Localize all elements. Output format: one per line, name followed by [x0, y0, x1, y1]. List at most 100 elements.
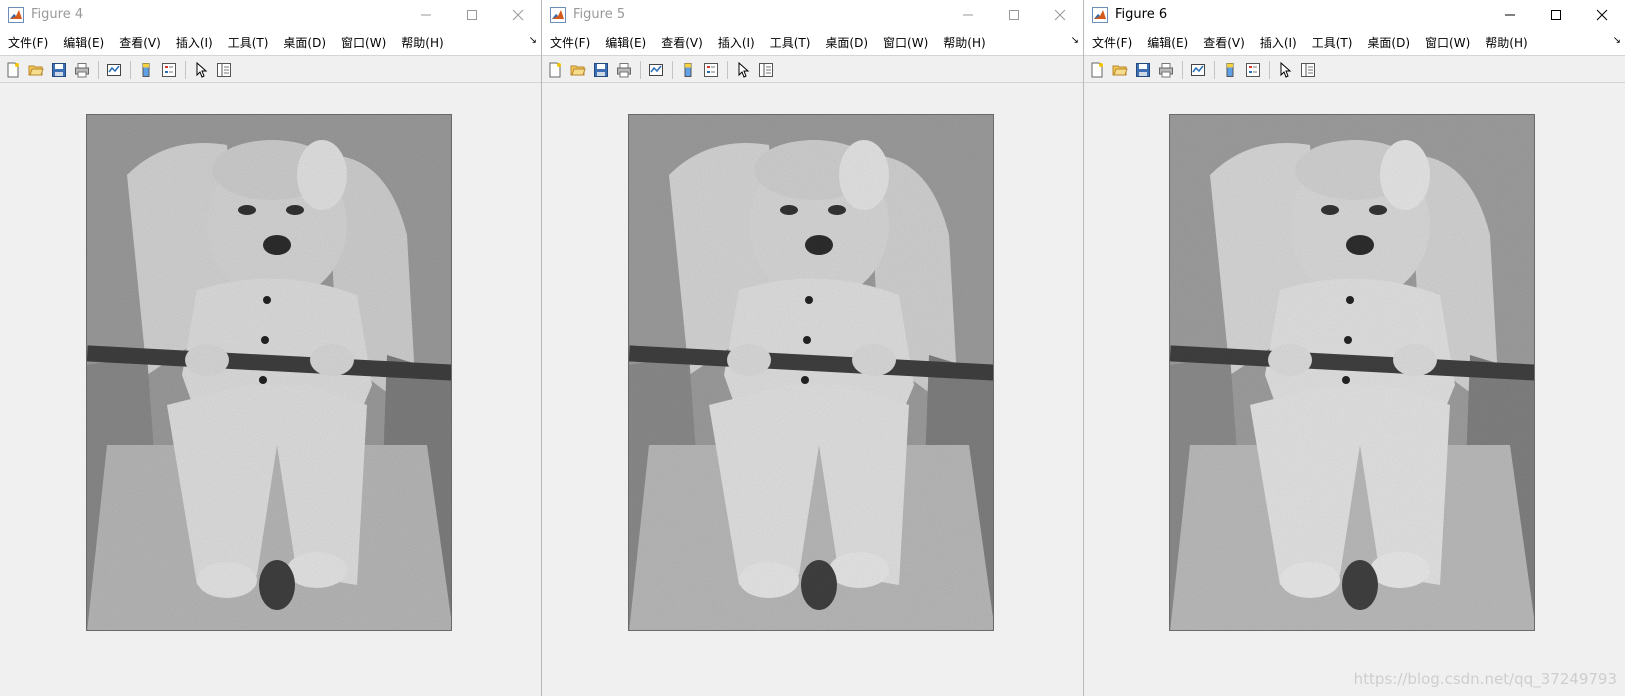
image-axes[interactable]	[628, 114, 994, 631]
desktop: Figure 4 文件(F) 编辑(E) 查看(V) 插入(I) 工具(T) 桌…	[0, 0, 1625, 696]
link-plot-button[interactable]	[103, 59, 125, 81]
new-figure-button[interactable]	[2, 59, 24, 81]
close-button[interactable]	[1579, 0, 1625, 29]
close-button[interactable]	[1037, 0, 1083, 29]
property-inspector-button[interactable]	[755, 59, 777, 81]
minimize-icon	[1505, 14, 1515, 15]
property-inspector-button[interactable]	[1297, 59, 1319, 81]
edit-plot-button[interactable]	[190, 59, 212, 81]
new-figure-button[interactable]	[544, 59, 566, 81]
print-icon	[617, 62, 631, 77]
menu-bar: 文件(F) 编辑(E) 查看(V) 插入(I) 工具(T) 桌面(D) 窗口(W…	[542, 29, 1083, 56]
toolbar-separator	[130, 60, 131, 79]
grayscale-photo	[87, 115, 451, 630]
print-icon	[1159, 62, 1173, 77]
menu-window[interactable]: 窗口(W)	[1425, 34, 1470, 51]
property-inspector-icon	[217, 62, 231, 77]
menu-overflow-icon[interactable]: ↘	[1071, 35, 1079, 46]
save-icon	[52, 62, 66, 77]
insert-legend-icon	[1246, 62, 1260, 77]
open-file-icon	[570, 65, 586, 75]
figure-toolbar	[1084, 57, 1625, 83]
toolbar-separator	[185, 60, 186, 79]
open-file-button[interactable]	[1109, 59, 1131, 81]
title-bar[interactable]: Figure 6	[1084, 0, 1625, 29]
insert-colorbar-button[interactable]	[135, 59, 157, 81]
menu-help[interactable]: 帮助(H)	[943, 34, 985, 51]
matlab-app-icon	[8, 6, 24, 23]
menu-edit[interactable]: 编辑(E)	[63, 34, 104, 51]
maximize-button[interactable]	[1533, 0, 1579, 29]
menu-insert[interactable]: 插入(I)	[718, 34, 755, 51]
maximize-button[interactable]	[991, 0, 1037, 29]
menu-window[interactable]: 窗口(W)	[341, 34, 386, 51]
menu-desktop[interactable]: 桌面(D)	[283, 34, 326, 51]
insert-legend-button[interactable]	[158, 59, 180, 81]
menu-desktop[interactable]: 桌面(D)	[1367, 34, 1410, 51]
menu-window[interactable]: 窗口(W)	[883, 34, 928, 51]
menu-tools[interactable]: 工具(T)	[770, 34, 811, 51]
print-button[interactable]	[1155, 59, 1177, 81]
menu-desktop[interactable]: 桌面(D)	[825, 34, 868, 51]
link-plot-button[interactable]	[1187, 59, 1209, 81]
insert-legend-button[interactable]	[700, 59, 722, 81]
maximize-button[interactable]	[449, 0, 495, 29]
insert-colorbar-button[interactable]	[1219, 59, 1241, 81]
watermark-text: https://blog.csdn.net/qq_37249793	[1353, 670, 1617, 688]
maximize-icon	[467, 9, 477, 20]
link-plot-button[interactable]	[645, 59, 667, 81]
menu-file[interactable]: 文件(F)	[1092, 34, 1132, 51]
menu-file[interactable]: 文件(F)	[550, 34, 590, 51]
edit-plot-button[interactable]	[732, 59, 754, 81]
save-button[interactable]	[590, 59, 612, 81]
title-bar[interactable]: Figure 5	[542, 0, 1083, 29]
menu-edit[interactable]: 编辑(E)	[1147, 34, 1188, 51]
edit-plot-button[interactable]	[1274, 59, 1296, 81]
toolbar-separator	[727, 60, 728, 79]
insert-colorbar-button[interactable]	[677, 59, 699, 81]
image-axes[interactable]	[1169, 114, 1535, 631]
open-file-button[interactable]	[567, 59, 589, 81]
toolbar-separator	[672, 60, 673, 79]
menu-tools[interactable]: 工具(T)	[228, 34, 269, 51]
toolbar-separator	[640, 60, 641, 79]
open-file-icon	[1112, 65, 1128, 75]
property-inspector-button[interactable]	[213, 59, 235, 81]
menu-insert[interactable]: 插入(I)	[176, 34, 213, 51]
pointer-icon	[1280, 61, 1292, 78]
menu-help[interactable]: 帮助(H)	[401, 34, 443, 51]
save-button[interactable]	[48, 59, 70, 81]
menu-view[interactable]: 查看(V)	[119, 34, 161, 51]
menu-edit[interactable]: 编辑(E)	[605, 34, 646, 51]
save-button[interactable]	[1132, 59, 1154, 81]
minimize-button[interactable]	[945, 0, 991, 29]
menu-overflow-icon[interactable]: ↘	[529, 35, 537, 46]
pointer-icon	[738, 61, 750, 78]
title-bar[interactable]: Figure 4	[0, 0, 541, 29]
open-file-button[interactable]	[25, 59, 47, 81]
link-plot-icon	[107, 63, 121, 76]
save-icon	[594, 62, 608, 77]
toolbar-separator	[1214, 60, 1215, 79]
print-button[interactable]	[71, 59, 93, 81]
print-button[interactable]	[613, 59, 635, 81]
close-button[interactable]	[495, 0, 541, 29]
figure-toolbar	[542, 57, 1083, 83]
menu-file[interactable]: 文件(F)	[8, 34, 48, 51]
menu-help[interactable]: 帮助(H)	[1485, 34, 1527, 51]
insert-legend-icon	[704, 62, 718, 77]
menu-bar: 文件(F) 编辑(E) 查看(V) 插入(I) 工具(T) 桌面(D) 窗口(W…	[1084, 29, 1625, 56]
insert-legend-button[interactable]	[1242, 59, 1264, 81]
menu-view[interactable]: 查看(V)	[661, 34, 703, 51]
minimize-button[interactable]	[403, 0, 449, 29]
matlab-app-icon	[550, 6, 566, 23]
new-figure-button[interactable]	[1086, 59, 1108, 81]
window-title: Figure 4	[31, 7, 84, 22]
image-axes[interactable]	[86, 114, 452, 631]
menu-insert[interactable]: 插入(I)	[1260, 34, 1297, 51]
matlab-app-icon	[1092, 6, 1108, 23]
menu-tools[interactable]: 工具(T)	[1312, 34, 1353, 51]
menu-view[interactable]: 查看(V)	[1203, 34, 1245, 51]
menu-overflow-icon[interactable]: ↘	[1613, 35, 1621, 46]
minimize-button[interactable]	[1487, 0, 1533, 29]
